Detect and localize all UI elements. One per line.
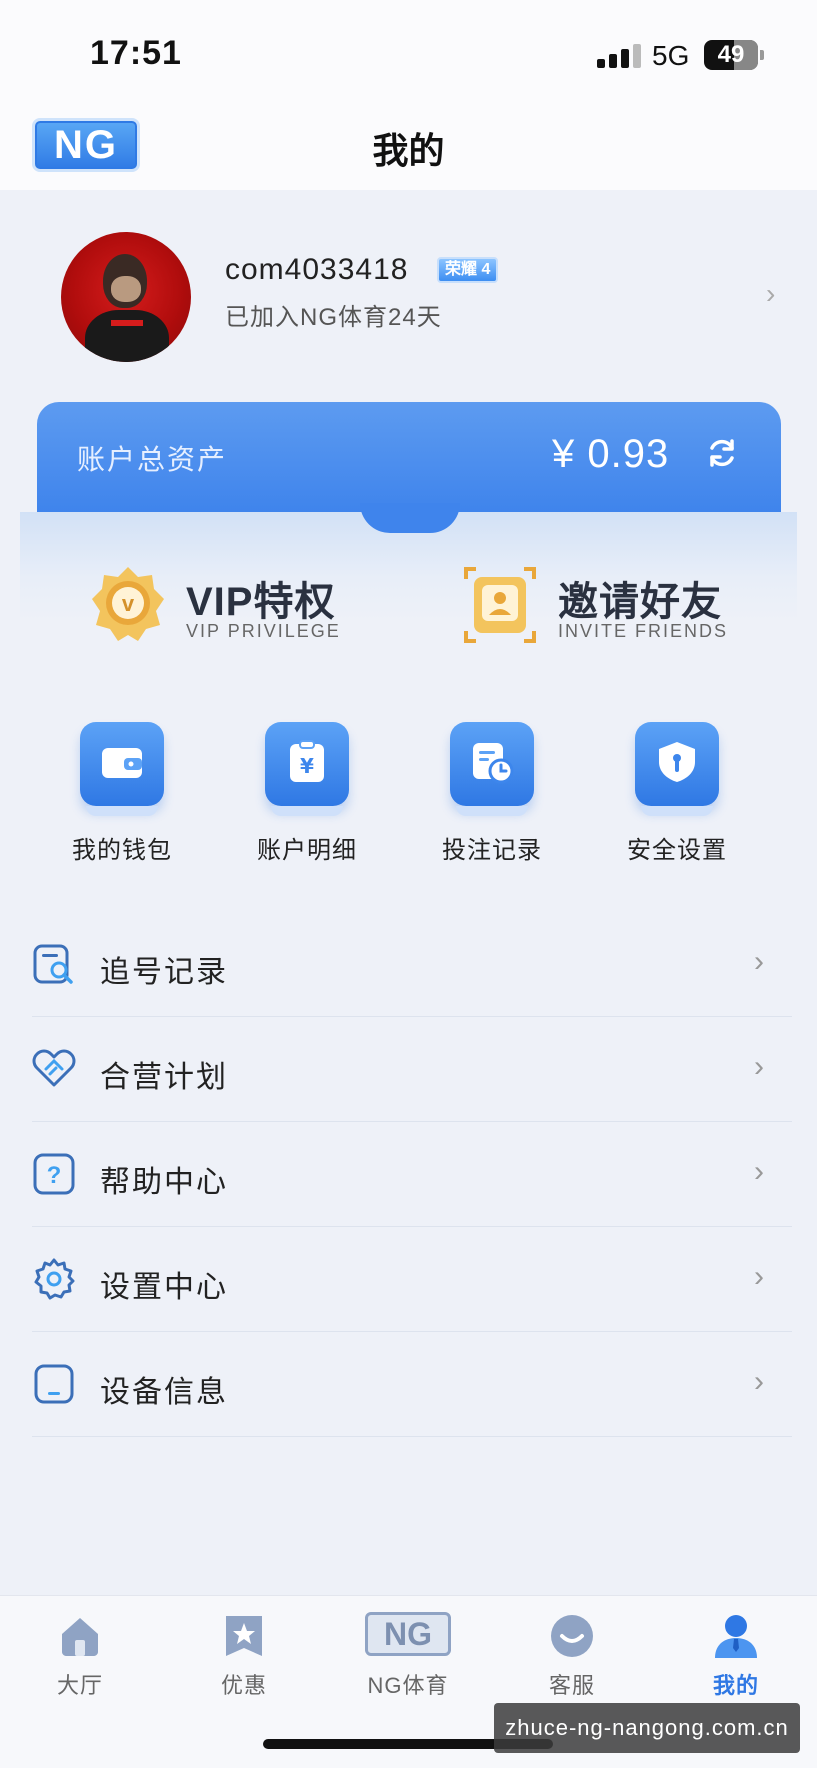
invite-title: 邀请好友	[558, 580, 722, 624]
user-icon	[715, 1615, 757, 1658]
menu-item-device-info[interactable]: 设备信息 ›	[32, 1332, 792, 1437]
chevron-right-icon: ›	[754, 945, 764, 978]
security-icon	[635, 722, 719, 816]
menu-label: 帮助中心	[100, 1166, 228, 1199]
menu-label: 设备信息	[100, 1376, 228, 1409]
vip-level-badge: 荣耀 4	[437, 257, 499, 283]
invite-friends-button[interactable]: 邀请好友 INVITE FRIENDS	[462, 565, 762, 655]
watermark: zhuce-ng-nangong.com.cn	[494, 1703, 800, 1753]
menu-list: 追号记录 › 合营计划 › ? 帮助中心 › 设置中心 › 设备信息 ›	[32, 912, 792, 1437]
nav-support[interactable]: 客服	[507, 1612, 637, 1702]
joined-days: 已加入NG体育24天	[225, 304, 442, 331]
header: NG 我的	[0, 100, 817, 190]
network-type: 5G	[652, 40, 690, 71]
vip-icon: v	[92, 567, 164, 641]
invite-subtitle: INVITE FRIENDS	[558, 621, 729, 641]
vip-privilege-button[interactable]: v VIP特权 VIP PRIVILEGE	[90, 565, 390, 655]
card-notch	[360, 503, 460, 533]
avatar[interactable]	[61, 232, 191, 362]
chevron-right-icon: ›	[754, 1155, 764, 1188]
battery-icon: 49	[704, 40, 764, 70]
svg-text:v: v	[122, 591, 135, 616]
battery-level: 49	[717, 41, 745, 68]
device-icon	[34, 1364, 74, 1404]
assets-label: 账户总资产	[77, 444, 228, 475]
nav-lobby[interactable]: 大厅	[15, 1612, 145, 1702]
nav-ng-sports[interactable]: NG NG体育	[343, 1612, 473, 1702]
account-detail-button[interactable]: ¥ 账户明细	[247, 722, 367, 872]
search-record-icon	[33, 944, 73, 984]
assets-card: 账户总资产 ¥ 0.93	[37, 402, 781, 512]
ng-logo-icon: NG	[365, 1612, 451, 1656]
svg-text:¥: ¥	[300, 754, 314, 778]
quick-label: 投注记录	[442, 837, 542, 864]
profile-row[interactable]: com4033418 荣耀 4 已加入NG体育24天 ›	[0, 195, 817, 385]
bet-record-button[interactable]: 投注记录	[432, 722, 552, 872]
nav-label: 客服	[548, 1673, 595, 1698]
home-icon	[62, 1618, 98, 1656]
chevron-right-icon: ›	[754, 1365, 764, 1398]
help-icon: ?	[33, 1153, 75, 1195]
quick-label: 账户明细	[257, 837, 357, 864]
menu-item-partner-plan[interactable]: 合营计划 ›	[32, 1017, 792, 1122]
account-detail-icon: ¥	[265, 722, 349, 816]
invite-icon	[464, 567, 536, 643]
wallet-icon	[80, 722, 164, 816]
assets-value: ¥ 0.93	[552, 432, 670, 476]
nav-label: 大厅	[56, 1673, 103, 1698]
quick-label: 我的钱包	[72, 837, 172, 864]
menu-item-settings-center[interactable]: 设置中心 ›	[32, 1227, 792, 1332]
menu-label: 追号记录	[100, 956, 228, 989]
support-icon	[551, 1615, 593, 1657]
menu-item-chase-record[interactable]: 追号记录 ›	[32, 912, 792, 1017]
my-wallet-button[interactable]: 我的钱包	[62, 722, 182, 872]
nav-label: 优惠	[220, 1673, 267, 1698]
refresh-icon[interactable]	[705, 436, 739, 470]
menu-label: 合营计划	[100, 1061, 228, 1094]
security-settings-button[interactable]: 安全设置	[617, 722, 737, 872]
chevron-right-icon: ›	[766, 278, 776, 309]
nav-label: NG体育	[367, 1673, 449, 1698]
status-bar: 17:51 5G 49	[0, 0, 817, 100]
menu-item-help-center[interactable]: ? 帮助中心 ›	[32, 1122, 792, 1227]
handshake-icon	[32, 1049, 76, 1087]
chevron-right-icon: ›	[754, 1050, 764, 1083]
nav-mine[interactable]: 我的	[671, 1612, 801, 1702]
nav-promotions[interactable]: 优惠	[179, 1612, 309, 1702]
quick-label: 安全设置	[627, 837, 727, 864]
vip-title: VIP特权	[186, 580, 336, 624]
signal-icon	[597, 44, 641, 68]
username: com4033418	[225, 253, 409, 286]
vip-subtitle: VIP PRIVILEGE	[186, 621, 341, 641]
menu-label: 设置中心	[100, 1271, 228, 1304]
page-title: 我的	[372, 130, 445, 171]
gear-icon	[34, 1258, 75, 1300]
nav-label: 我的	[712, 1673, 759, 1698]
svg-text:?: ?	[47, 1162, 62, 1189]
chevron-right-icon: ›	[754, 1260, 764, 1293]
bet-record-icon	[450, 722, 534, 816]
status-time: 17:51	[90, 34, 182, 72]
star-icon	[226, 1616, 262, 1656]
